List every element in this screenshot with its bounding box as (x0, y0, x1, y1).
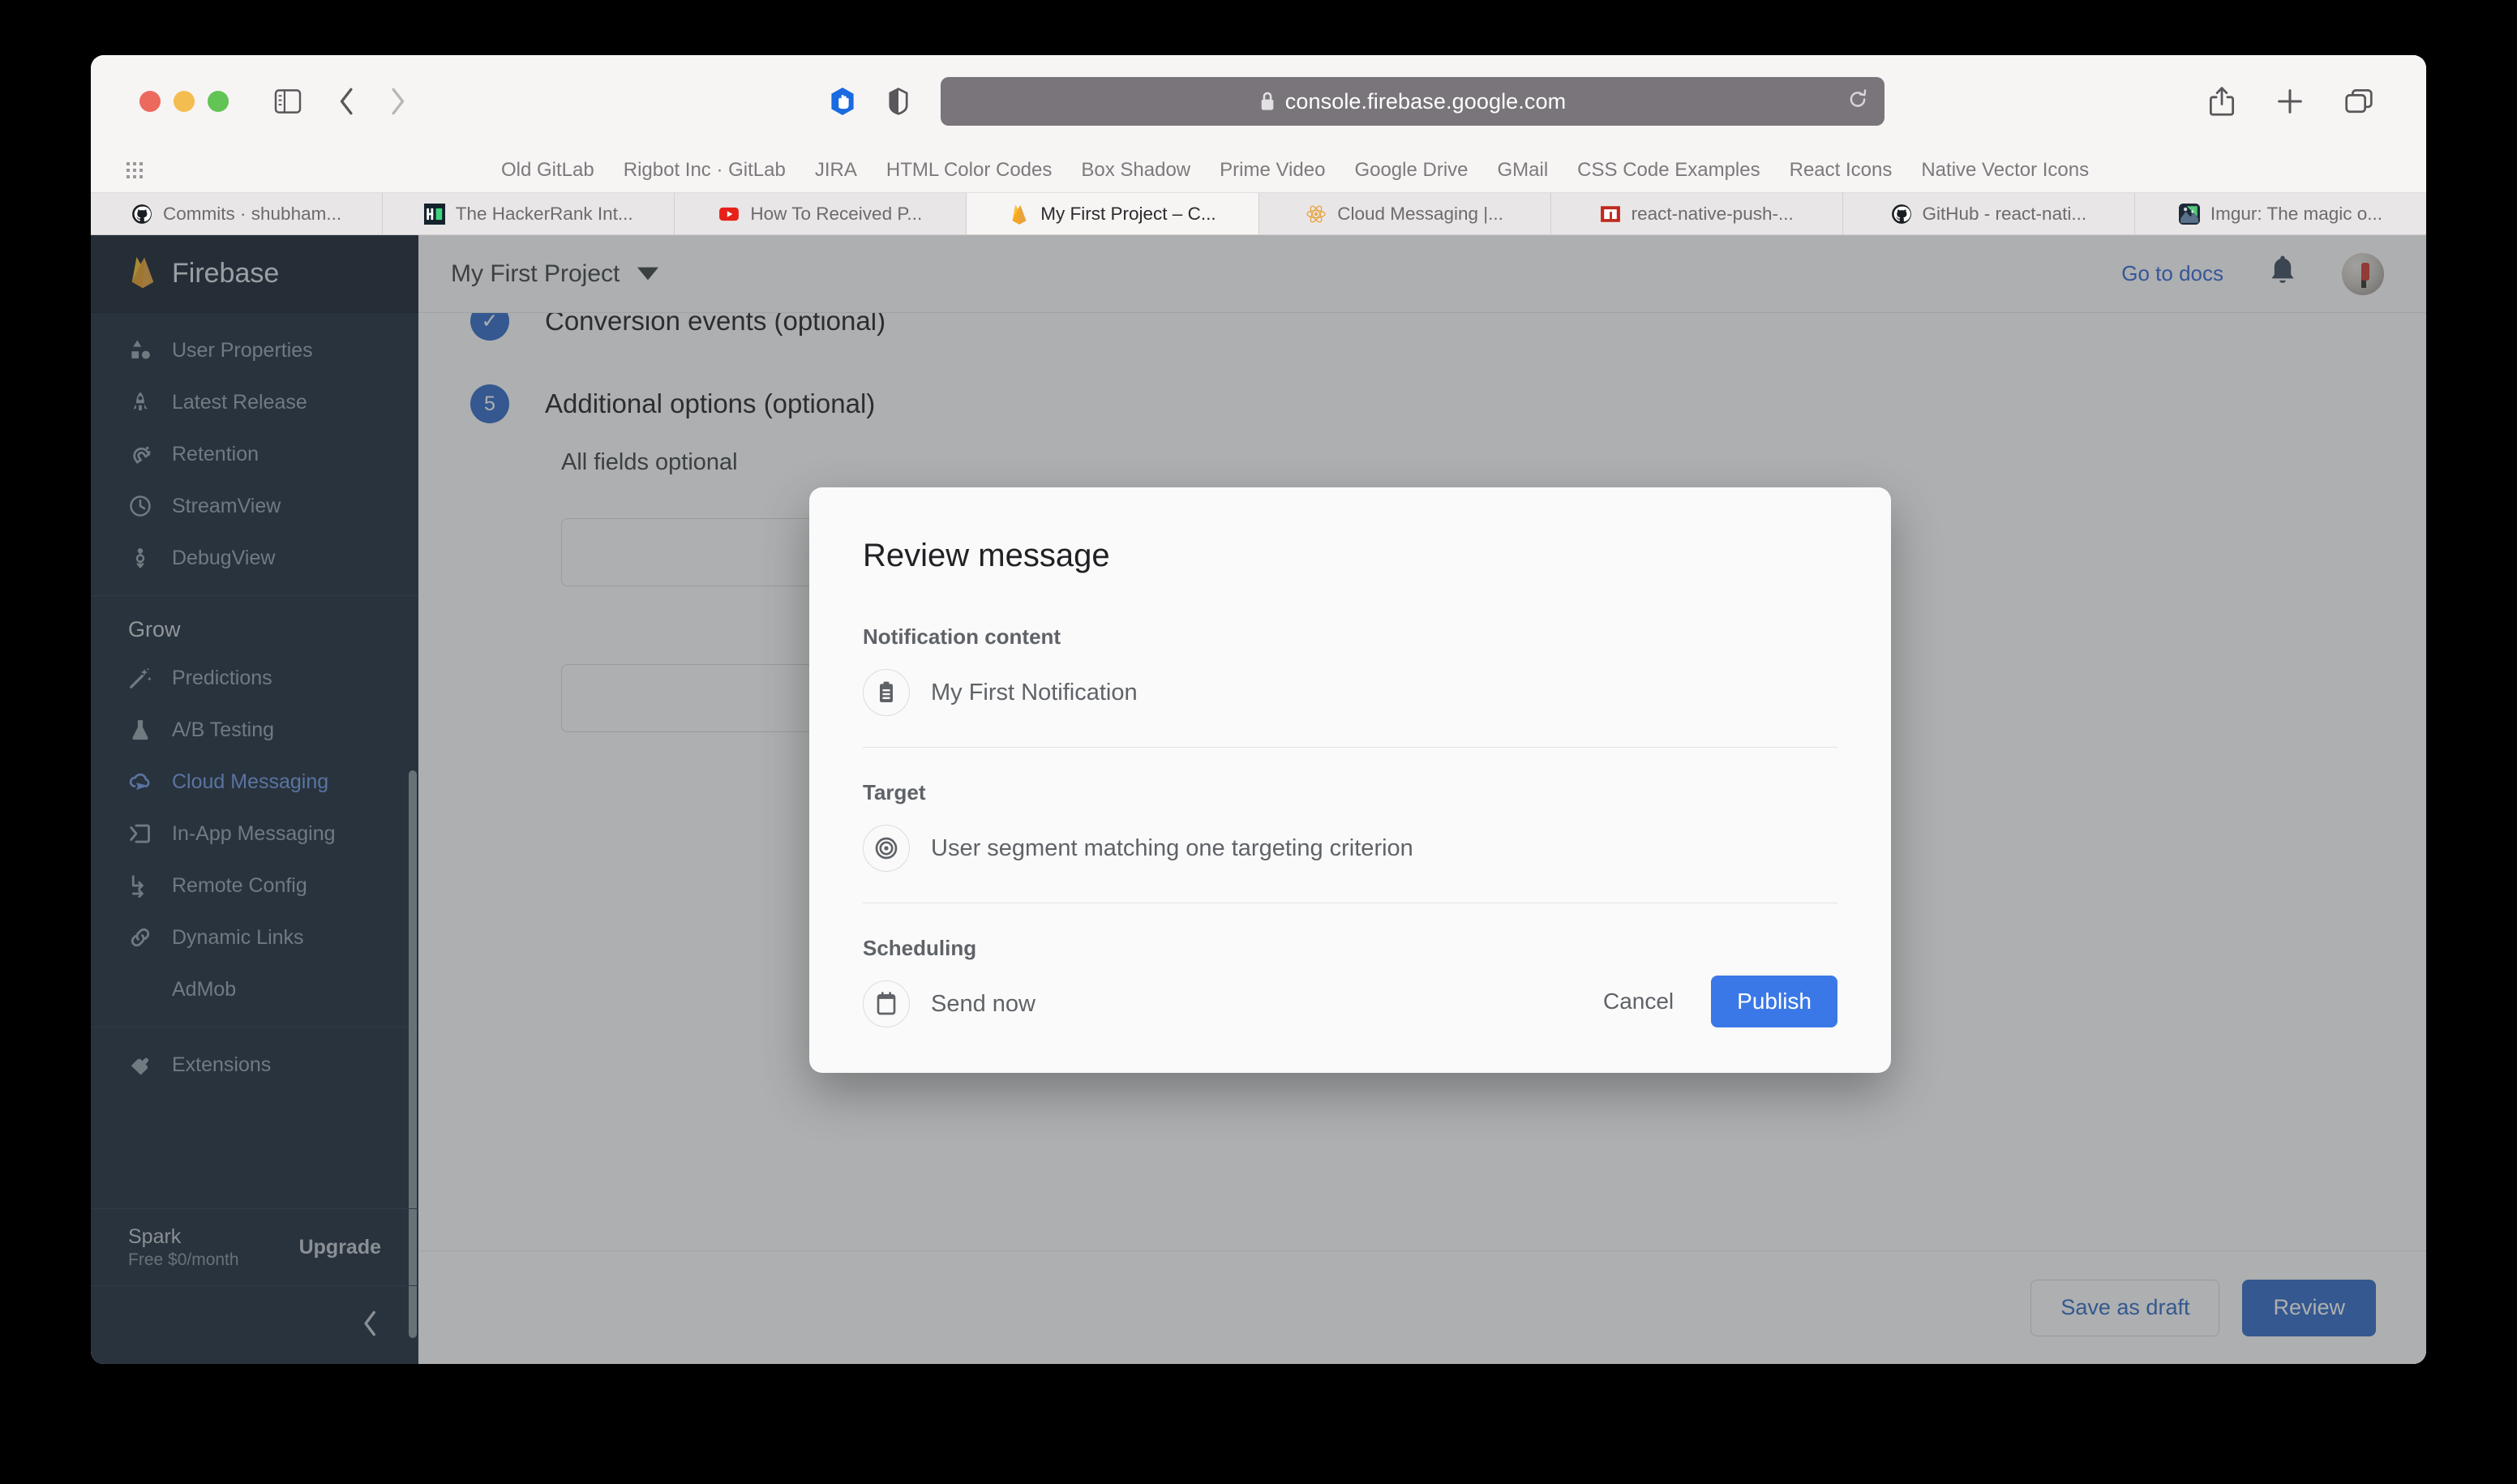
bookmark-list: Old GitLab Rigbot Inc · GitLab JIRA HTML Co… (501, 159, 2089, 182)
section-label: Notification content (863, 624, 1061, 649)
close-window-button[interactable] (139, 91, 161, 112)
tab-bar: Commits · shubham... The HackerRank Int..… (91, 193, 2426, 235)
adblock-shield-icon[interactable] (829, 86, 856, 117)
calendar-icon (863, 980, 910, 1027)
bookmark-item[interactable]: JIRA (815, 159, 857, 182)
section-label: Scheduling (863, 936, 977, 960)
tab-overview-icon[interactable] (2345, 88, 2373, 114)
tab-title: react-native-push-... (1631, 203, 1794, 224)
browser-tab[interactable]: Commits · shubham... (91, 193, 384, 234)
npm-icon (1600, 204, 1621, 225)
publish-button[interactable]: Publish (1711, 976, 1837, 1027)
bookmarks-bar: Old GitLab Rigbot Inc · GitLab JIRA HTML Co… (91, 148, 2426, 193)
bookmark-item[interactable]: Google Drive (1354, 159, 1468, 182)
dialog-actions: Cancel Publish (1582, 976, 1837, 1027)
hackerrank-icon (423, 203, 445, 225)
browser-tab[interactable]: How To Received P... (675, 193, 967, 234)
chevron-right-icon[interactable] (388, 87, 407, 116)
tab-title: Commits · shubham... (163, 203, 342, 224)
section-value: Send now (931, 990, 1036, 1017)
lock-icon (1259, 91, 1276, 112)
chevron-left-icon[interactable] (337, 87, 357, 116)
browser-window: console.firebase.google.com Old GitLab Ri… (91, 55, 2426, 1364)
browser-tab[interactable]: Cloud Messaging |... (1259, 193, 1551, 234)
imgur-icon (2178, 203, 2200, 225)
tab-title: GitHub - react-nati... (1922, 203, 2087, 224)
bookmark-item[interactable]: Old GitLab (501, 159, 594, 182)
bookmark-item[interactable]: HTML Color Codes (886, 159, 1053, 182)
share-icon[interactable] (2209, 86, 2235, 117)
page-viewport: Firebase User Properties Latest Release Re… (91, 235, 2426, 1364)
bookmark-item[interactable]: React Icons (1790, 159, 1893, 182)
reload-icon[interactable] (1847, 89, 1868, 114)
tab-title: Cloud Messaging |... (1337, 203, 1503, 224)
toolbar-right-actions (2209, 86, 2395, 117)
browser-tab[interactable]: The HackerRank Int... (383, 193, 675, 234)
minimize-window-button[interactable] (174, 91, 195, 112)
github-icon (131, 204, 152, 225)
bookmark-item[interactable]: Native Vector Icons (1921, 159, 2089, 182)
browser-tab[interactable]: GitHub - react-nati... (1843, 193, 2135, 234)
dialog-title: Review message (863, 538, 1110, 573)
tab-title: The HackerRank Int... (455, 203, 633, 224)
bookmark-item[interactable]: GMail (1498, 159, 1549, 182)
firebase-icon (1009, 204, 1030, 225)
bullseye-icon (863, 825, 910, 872)
bookmark-item[interactable]: CSS Code Examples (1577, 159, 1760, 182)
section-row: My First Notification (863, 669, 1837, 716)
dialog-section: Target User segment matching one targetin… (863, 780, 1837, 903)
maximize-window-button[interactable] (208, 91, 229, 112)
browser-tab[interactable]: react-native-push-... (1551, 193, 1843, 234)
github-icon (1891, 204, 1912, 225)
apps-grid-icon[interactable] (126, 161, 143, 178)
dialog-sections: Notification content My First Notificatio… (863, 624, 1837, 1027)
section-value: My First Notification (931, 679, 1138, 706)
browser-tab[interactable]: Imgur: The magic o... (2135, 193, 2426, 234)
dialog-section: Notification content My First Notificatio… (863, 624, 1837, 748)
browser-toolbar: console.firebase.google.com (91, 55, 2426, 148)
window-controls (139, 91, 229, 112)
url-text: console.firebase.google.com (1284, 88, 1567, 114)
bookmark-item[interactable]: Prime Video (1220, 159, 1325, 182)
bookmark-item[interactable]: Rigbot Inc · GitLab (624, 159, 786, 182)
tab-title: How To Received P... (750, 203, 923, 224)
plus-icon[interactable] (2277, 88, 2303, 114)
privacy-report-icon[interactable] (889, 88, 908, 115)
address-bar[interactable]: console.firebase.google.com (941, 77, 1885, 126)
clipboard-icon (863, 669, 910, 716)
browser-tab[interactable]: My First Project – C... (967, 193, 1259, 234)
bookmark-item[interactable]: Box Shadow (1081, 159, 1190, 182)
section-label: Target (863, 780, 926, 804)
sidebar-toggle-icon[interactable] (274, 89, 302, 114)
section-row: User segment matching one targeting crit… (863, 825, 1837, 872)
react-icon (1306, 204, 1327, 225)
review-message-dialog: Review message Notification content My Fi… (809, 487, 1891, 1073)
cancel-button[interactable]: Cancel (1582, 976, 1695, 1027)
section-value: User segment matching one targeting crit… (931, 834, 1413, 861)
tab-title: Imgur: The magic o... (2210, 203, 2383, 224)
youtube-icon (718, 204, 740, 225)
section-divider (863, 747, 1837, 748)
tab-title: My First Project – C... (1040, 203, 1216, 224)
